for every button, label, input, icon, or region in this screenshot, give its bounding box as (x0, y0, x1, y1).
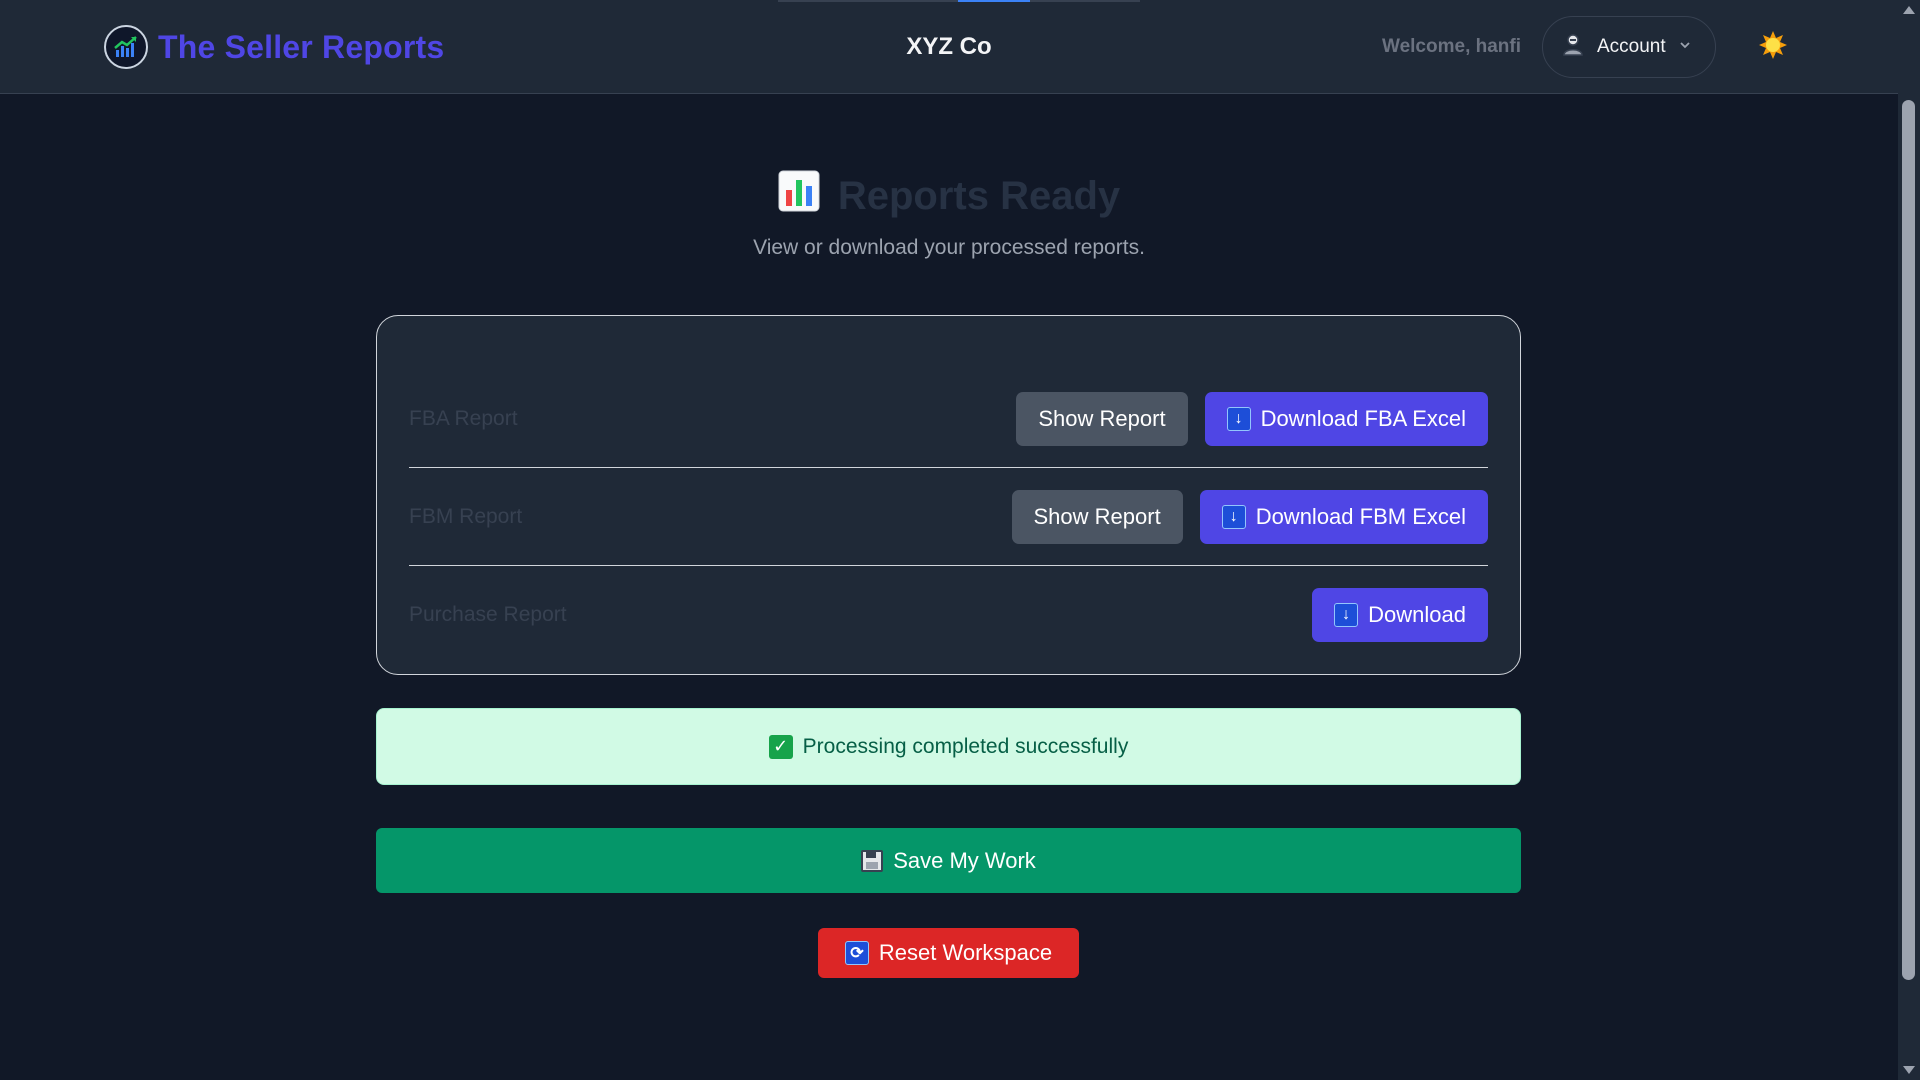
top-navbar: The Seller Reports XYZ Co Welcome, hanfi… (0, 0, 1898, 94)
report-actions: Show Report ↓ Download FBM Excel (1011, 489, 1488, 544)
growth-chart-icon (104, 25, 148, 69)
report-actions: ↓ Download (1312, 588, 1488, 642)
success-message: Processing completed successfully (802, 734, 1129, 758)
show-fba-report-button[interactable]: Show Report (1016, 391, 1188, 446)
report-row-fba: FBA Report Show Report ↓ Download FBA Ex… (409, 370, 1488, 468)
report-row-purchase: Purchase Report ↓ Download (409, 566, 1488, 664)
download-fba-label: Download FBA Excel (1260, 405, 1466, 431)
theme-toggle-button[interactable] (1758, 30, 1788, 65)
download-icon: ↓ (1221, 504, 1246, 529)
scroll-up-arrow[interactable] (1903, 6, 1915, 14)
reset-workspace-button[interactable]: ⟳ Reset Workspace (818, 928, 1079, 978)
bar-chart-icon (778, 170, 820, 222)
show-fbm-report-button[interactable]: Show Report (1011, 489, 1183, 544)
success-alert: ✓ Processing completed successfully (376, 708, 1521, 785)
brand-title: The Seller Reports (158, 28, 445, 65)
report-label: Purchase Report (409, 603, 567, 626)
page-subtitle: View or download your processed reports. (753, 236, 1145, 259)
chevron-down-icon (1678, 36, 1692, 58)
download-fbm-label: Download FBM Excel (1255, 503, 1466, 529)
top-progress-active (958, 0, 1030, 2)
page-title: Reports Ready (837, 173, 1121, 218)
report-row-fbm: FBM Report Show Report ↓ Download FBM Ex… (409, 468, 1488, 566)
download-icon: ↓ (1334, 603, 1359, 627)
report-label: FBA Report (409, 406, 518, 430)
download-fbm-excel-button[interactable]: ↓ Download FBM Excel (1199, 489, 1488, 544)
download-purchase-report-button[interactable]: ↓ Download (1312, 588, 1488, 642)
page-title-wrap: Reports Ready (778, 170, 1120, 222)
account-label: Account (1597, 36, 1666, 57)
download-icon: ↓ (1226, 406, 1251, 431)
download-fba-excel-button[interactable]: ↓ Download FBA Excel (1204, 391, 1488, 446)
refresh-icon: ⟳ (844, 941, 869, 965)
save-my-work-button[interactable]: Save My Work (376, 828, 1521, 893)
report-label: FBM Report (409, 504, 523, 528)
vertical-scrollbar[interactable] (1898, 0, 1920, 1080)
scroll-down-arrow[interactable] (1903, 1066, 1915, 1074)
page-header: Reports Ready View or download your proc… (0, 170, 1898, 260)
top-progress-indicator (778, 0, 1140, 2)
company-name: XYZ Co (906, 33, 992, 60)
reset-label: Reset Workspace (878, 940, 1053, 965)
welcome-text: Welcome, hanfi (1382, 36, 1522, 57)
reports-card: FBA Report Show Report ↓ Download FBA Ex… (376, 315, 1521, 675)
download-purchase-label: Download (1368, 602, 1466, 627)
scrollbar-thumb[interactable] (1902, 100, 1915, 980)
brand-link[interactable]: The Seller Reports (104, 24, 444, 70)
user-icon (1561, 32, 1585, 62)
sun-icon (1758, 30, 1788, 65)
floppy-disk-icon (861, 849, 884, 872)
check-icon: ✓ (768, 734, 793, 759)
account-dropdown-button[interactable]: Account (1542, 16, 1716, 78)
report-actions: Show Report ↓ Download FBA Excel (1016, 391, 1488, 446)
save-label: Save My Work (893, 847, 1036, 873)
